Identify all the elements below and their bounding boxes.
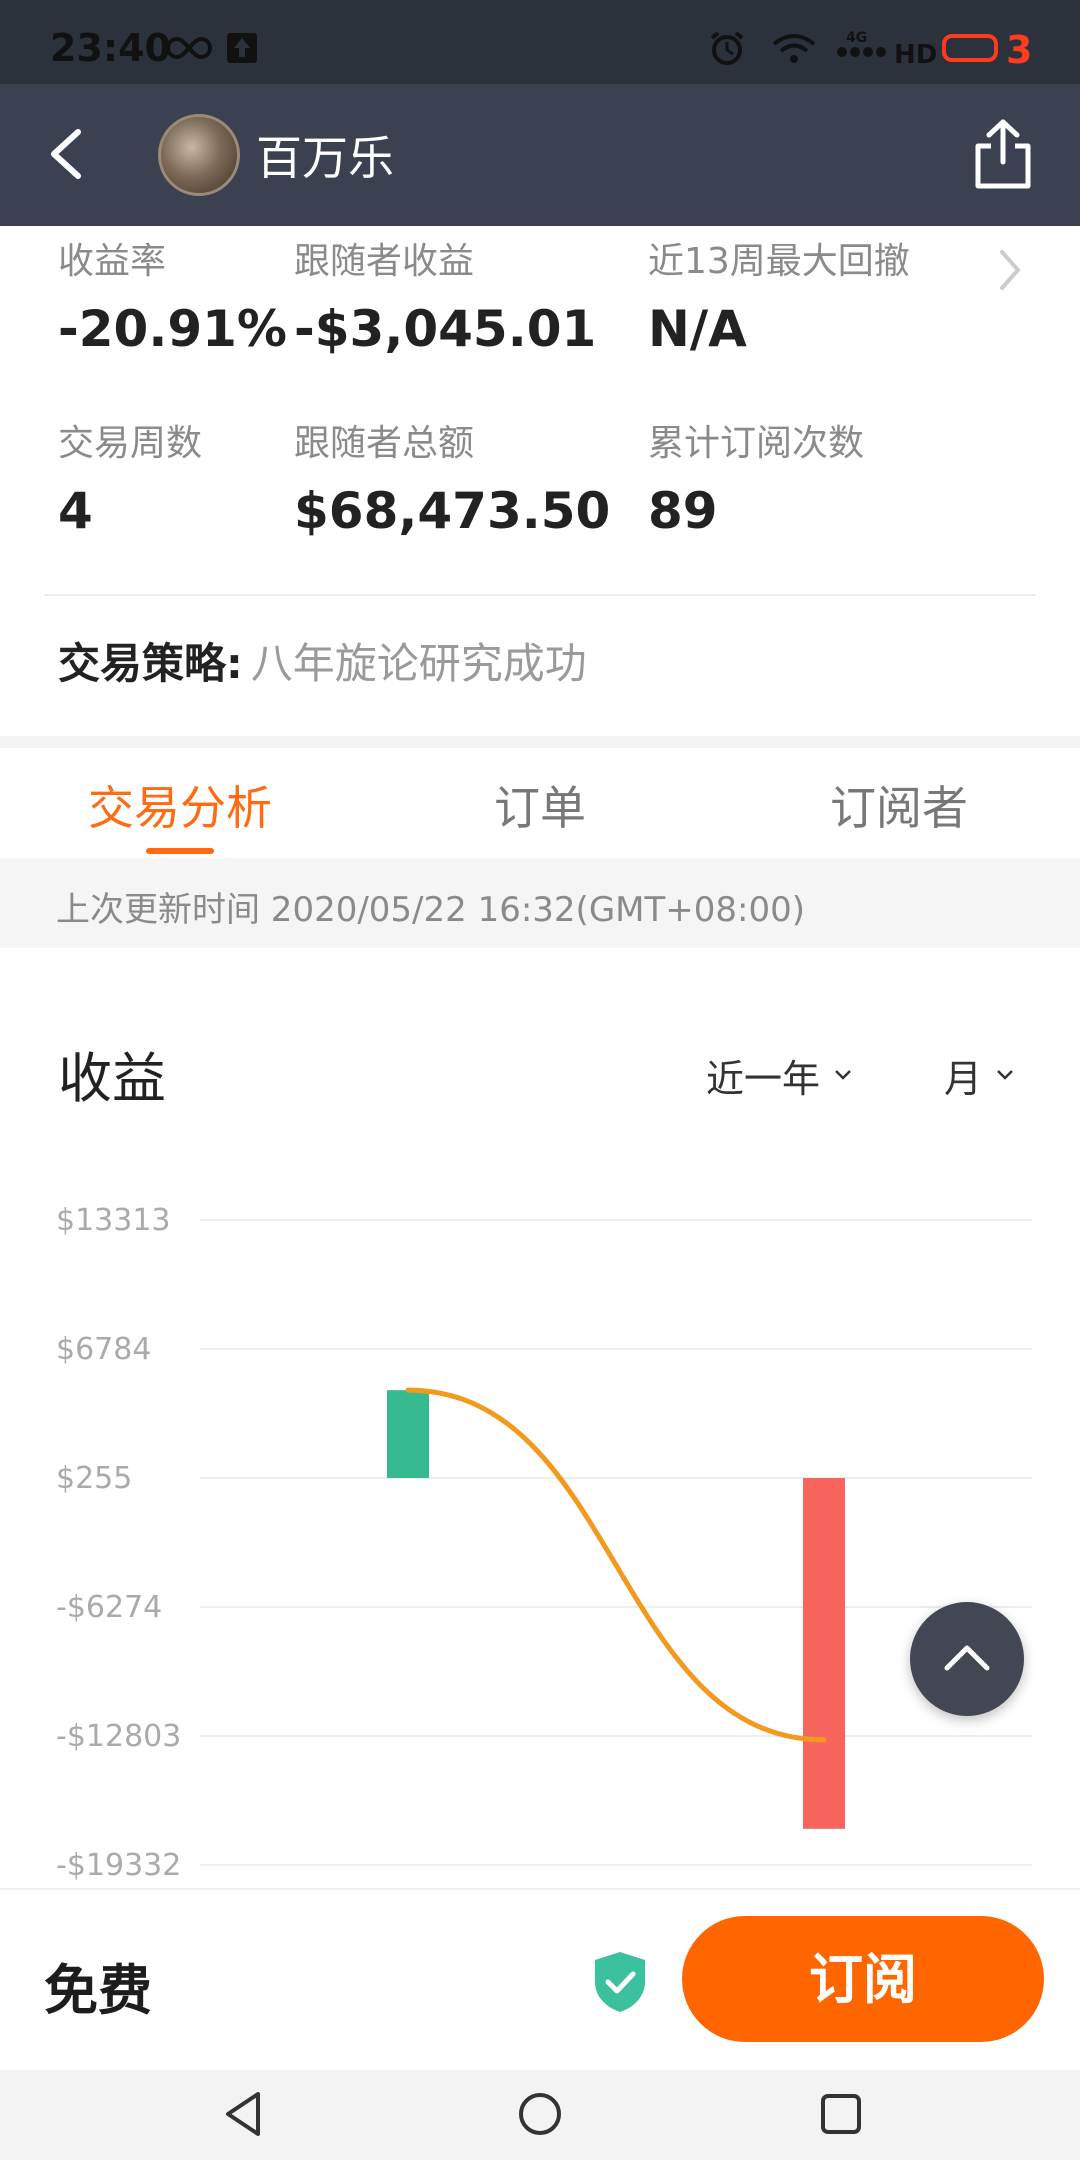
battery-icon (942, 34, 998, 62)
tab-subscribers[interactable]: 订阅者 (830, 772, 968, 838)
stat-label: 交易周数 (58, 423, 203, 464)
stat-value: $68,473.50 (294, 482, 611, 540)
tab-orders[interactable]: 订单 (494, 772, 586, 838)
tab-bar: 交易分析 订单 订阅者 (0, 748, 1080, 858)
stat-return-rate: 收益率 -20.91% (58, 232, 287, 358)
last-updated-text: 上次更新时间 2020/05/22 16:32(GMT+08:00) (56, 890, 806, 930)
alarm-icon (710, 31, 744, 65)
app-bar: 百万乐 (0, 84, 1080, 226)
update-info-bar: 上次更新时间 2020/05/22 16:32(GMT+08:00) (0, 858, 1080, 948)
system-nav-bar (0, 2070, 1080, 2160)
stat-value: 4 (58, 482, 93, 540)
y-tick-label: -$19332 (56, 1848, 181, 1883)
tab-trading-analysis[interactable]: 交易分析 (88, 772, 272, 838)
stat-label: 收益率 (58, 241, 167, 282)
loss-bar (803, 1478, 845, 1829)
stat-max-drawdown: 近13周最大回撤 N/A (648, 232, 910, 358)
wifi-icon (772, 34, 816, 63)
battery-level: 3 (1006, 28, 1033, 72)
stat-follower-profit: 跟随者收益 -$3,045.01 (294, 232, 596, 358)
section-gap (0, 736, 1080, 748)
hd-indicator: HD (894, 40, 938, 70)
status-bar: 23:40 4G HD 3 (0, 0, 1080, 84)
strategy-label: 交易策略: (58, 639, 243, 688)
stat-value: -20.91% (58, 300, 288, 358)
scroll-to-top-button[interactable] (910, 1602, 1024, 1716)
stat-label: 近13周最大回撤 (648, 241, 910, 282)
stat-label: 跟随者总额 (294, 423, 475, 464)
y-tick-label: $13313 (56, 1203, 171, 1238)
profit-chart: $13313 $6784 $255 -$6274 -$12803 -$19332 (56, 1203, 1032, 1883)
stat-value: 89 (648, 482, 718, 540)
nav-home-icon[interactable] (516, 2086, 564, 2142)
infinity-icon (165, 36, 213, 60)
network-type: 4G (846, 30, 868, 46)
divider (44, 594, 1036, 596)
avatar[interactable] (158, 114, 240, 196)
profit-bar (387, 1390, 429, 1478)
subscribe-footer: 免费 订阅 (0, 1888, 1080, 2072)
stat-label: 跟随者收益 (294, 241, 475, 282)
subscribe-button[interactable]: 订阅 (682, 1916, 1044, 2042)
y-tick-label: -$12803 (56, 1719, 181, 1754)
stat-subscription-count: 累计订阅次数 89 (648, 414, 864, 540)
stat-value: N/A (648, 300, 747, 358)
chevron-right-icon[interactable] (990, 240, 1030, 300)
nav-back-icon[interactable] (220, 2086, 266, 2142)
profit-chart-card: 收益 近一年 月 $13313 $6784 $255 -$6274 -$12803 -$1… (0, 948, 1080, 1888)
nav-recents-icon[interactable] (818, 2086, 864, 2142)
cumulative-profit-line (405, 1387, 827, 1743)
share-icon[interactable] (968, 116, 1038, 192)
chevron-up-icon (944, 1645, 990, 1671)
back-arrow-icon[interactable] (40, 124, 100, 184)
price-label: 免费 (44, 1959, 152, 2022)
y-tick-label: $255 (56, 1461, 132, 1496)
active-tab-indicator (146, 848, 214, 854)
strategy-value: 八年旋论研究成功 (250, 639, 587, 688)
stat-trading-weeks: 交易周数 4 (58, 414, 202, 540)
upload-notification-icon (227, 33, 257, 63)
status-time: 23:40 (50, 26, 171, 70)
page-title: 百万乐 (256, 131, 394, 185)
y-tick-label: $6784 (56, 1332, 151, 1367)
stats-panel: 收益率 -20.91% 跟随者收益 -$3,045.01 近13周最大回撤 N/… (0, 226, 1080, 736)
y-tick-label: -$6274 (56, 1590, 162, 1625)
stat-follower-total: 跟随者总额 $68,473.50 (294, 414, 610, 540)
stat-label: 累计订阅次数 (648, 423, 865, 464)
shield-check-icon (595, 1952, 645, 2012)
stat-value: -$3,045.01 (294, 300, 597, 358)
trading-strategy: 交易策略: 八年旋论研究成功 (58, 630, 587, 691)
